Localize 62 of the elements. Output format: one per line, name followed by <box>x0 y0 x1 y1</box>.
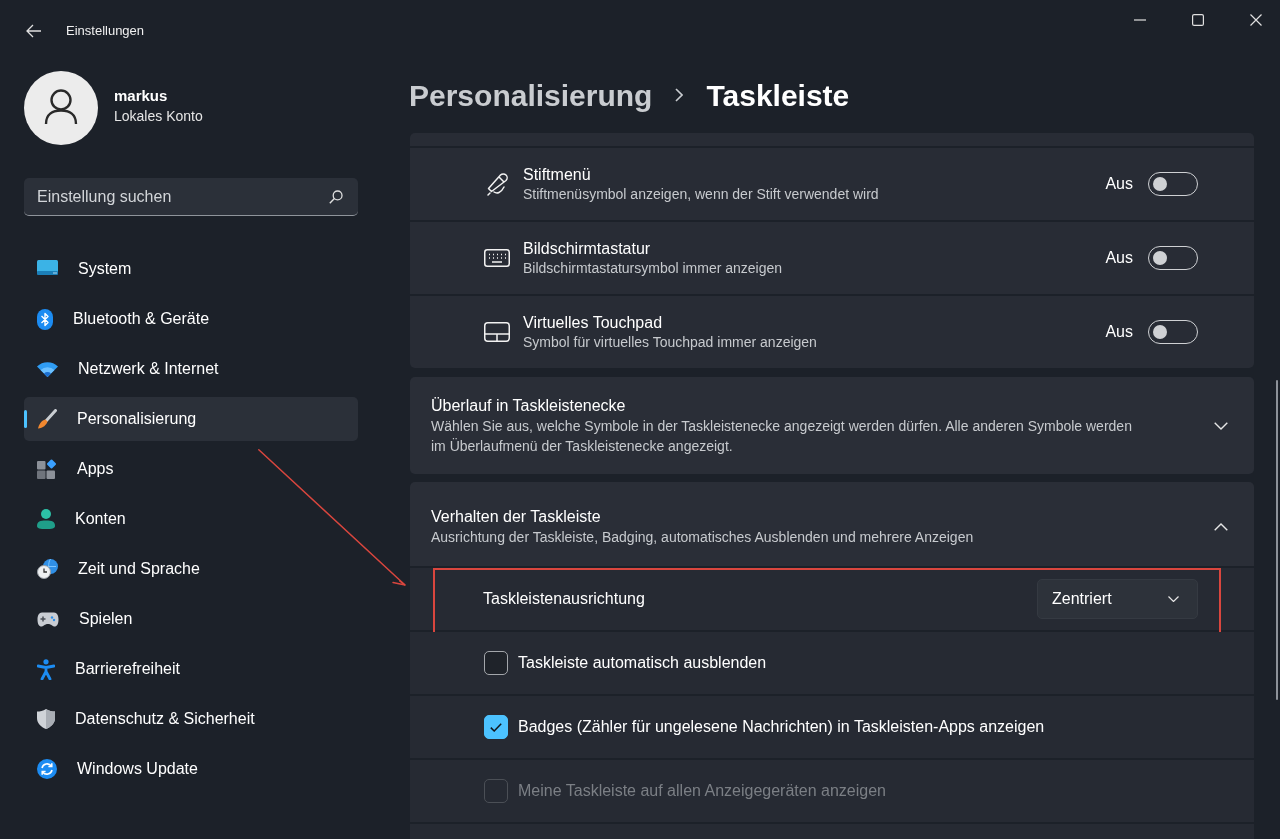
search-field[interactable]: Einstellung suchen <box>24 178 358 216</box>
scrollbar[interactable] <box>1276 380 1278 700</box>
setting-title: Stiftmenü <box>523 165 592 185</box>
touchpad-icon <box>484 322 510 342</box>
sync-icon <box>37 759 57 779</box>
bluetooth-icon <box>37 308 53 330</box>
sidebar-item[interactable]: Bluetooth & Geräte <box>24 297 358 341</box>
page-title: Taskleiste <box>706 77 850 114</box>
paintbrush-icon <box>37 409 57 429</box>
shield-icon <box>37 709 55 729</box>
sidebar-item[interactable]: Konten <box>24 497 358 541</box>
setting-description: Stiftmenüsymbol anzeigen, wenn der Stift verwendet wird <box>523 185 880 203</box>
sidebar-item[interactable]: Netzwerk & Internet <box>24 347 358 391</box>
close-icon[interactable] <box>1250 14 1262 26</box>
account-name: markus <box>114 85 169 106</box>
setting-title: Bildschirmtastatur <box>523 239 652 259</box>
chevron-down-icon[interactable] <box>1214 422 1228 430</box>
sidebar-item[interactable]: Spielen <box>24 597 358 641</box>
toggle-state-label: Aus <box>1105 248 1133 268</box>
maximize-icon[interactable] <box>1192 14 1204 26</box>
setting-description: Bildschirmtastatursymbol immer anzeigen <box>523 259 784 277</box>
sidebar-item[interactable]: Barrierefreiheit <box>24 647 358 691</box>
back-icon[interactable] <box>26 24 41 38</box>
keyboard-icon <box>484 249 510 267</box>
gamepad-icon <box>37 611 59 627</box>
window-title: Einstellungen <box>66 22 145 41</box>
sidebar-item[interactable]: Apps <box>24 447 358 491</box>
monitor-icon <box>37 260 58 278</box>
person-icon <box>37 509 55 529</box>
checkbox-label: Meine Taskleiste auf allen Anzeigegeräten anzeigen <box>518 781 886 801</box>
accessibility-icon <box>37 658 55 680</box>
setting-title: Virtuelles Touchpad <box>523 313 664 333</box>
section-title: Verhalten der Taskleiste <box>431 507 602 527</box>
section-description: Wählen Sie aus, welche Symbole in der Taskleistenecke angezeigt werden dürfen. Alle anderen Symbole werden im Überlaufmenü der Taskleistenecke angezeigt. <box>431 417 1133 456</box>
checkbox-label: Taskleiste automatisch ausblenden <box>518 653 767 673</box>
section-title: Überlauf in Taskleistenecke <box>431 396 627 416</box>
account-type: Lokales Konto <box>114 106 203 126</box>
avatar-icon <box>24 71 98 145</box>
wifi-icon <box>37 361 58 377</box>
clock-globe-icon <box>37 559 58 579</box>
sidebar-item[interactable]: Zeit und Sprache <box>24 547 358 591</box>
search-icon[interactable] <box>329 190 343 204</box>
setting-description: Symbol für virtuelles Touchpad immer anzeigen <box>523 333 818 351</box>
checkbox[interactable] <box>484 715 508 739</box>
section-description: Ausrichtung der Taskleiste, Badging, automatisches Ausblenden und mehrere Anzeigen <box>431 528 975 547</box>
dropdown[interactable]: Zentriert <box>1037 579 1198 619</box>
apps-icon <box>37 459 57 479</box>
checkmark-icon <box>490 722 502 732</box>
breadcrumb-link[interactable]: Personalisierung <box>409 72 653 118</box>
chevron-up-icon[interactable] <box>1214 523 1228 531</box>
chevron-right-icon <box>675 88 684 102</box>
checkbox-label: Badges (Zähler für ungelesene Nachrichten) in Taskleisten-Apps anzeigen <box>518 717 1045 737</box>
pen-icon <box>484 171 510 197</box>
checkbox[interactable] <box>484 651 508 675</box>
sidebar-item[interactable]: Personalisierung <box>24 397 358 441</box>
sidebar-item[interactable]: Datenschutz & Sicherheit <box>24 697 358 741</box>
toggle-state-label: Aus <box>1105 174 1133 194</box>
sidebar-item[interactable]: Windows Update <box>24 747 358 791</box>
sidebar-item[interactable]: System <box>24 247 358 291</box>
setting-label: Taskleistenausrichtung <box>483 589 646 609</box>
toggle-state-label: Aus <box>1105 322 1133 342</box>
caret-icon <box>1168 596 1179 602</box>
